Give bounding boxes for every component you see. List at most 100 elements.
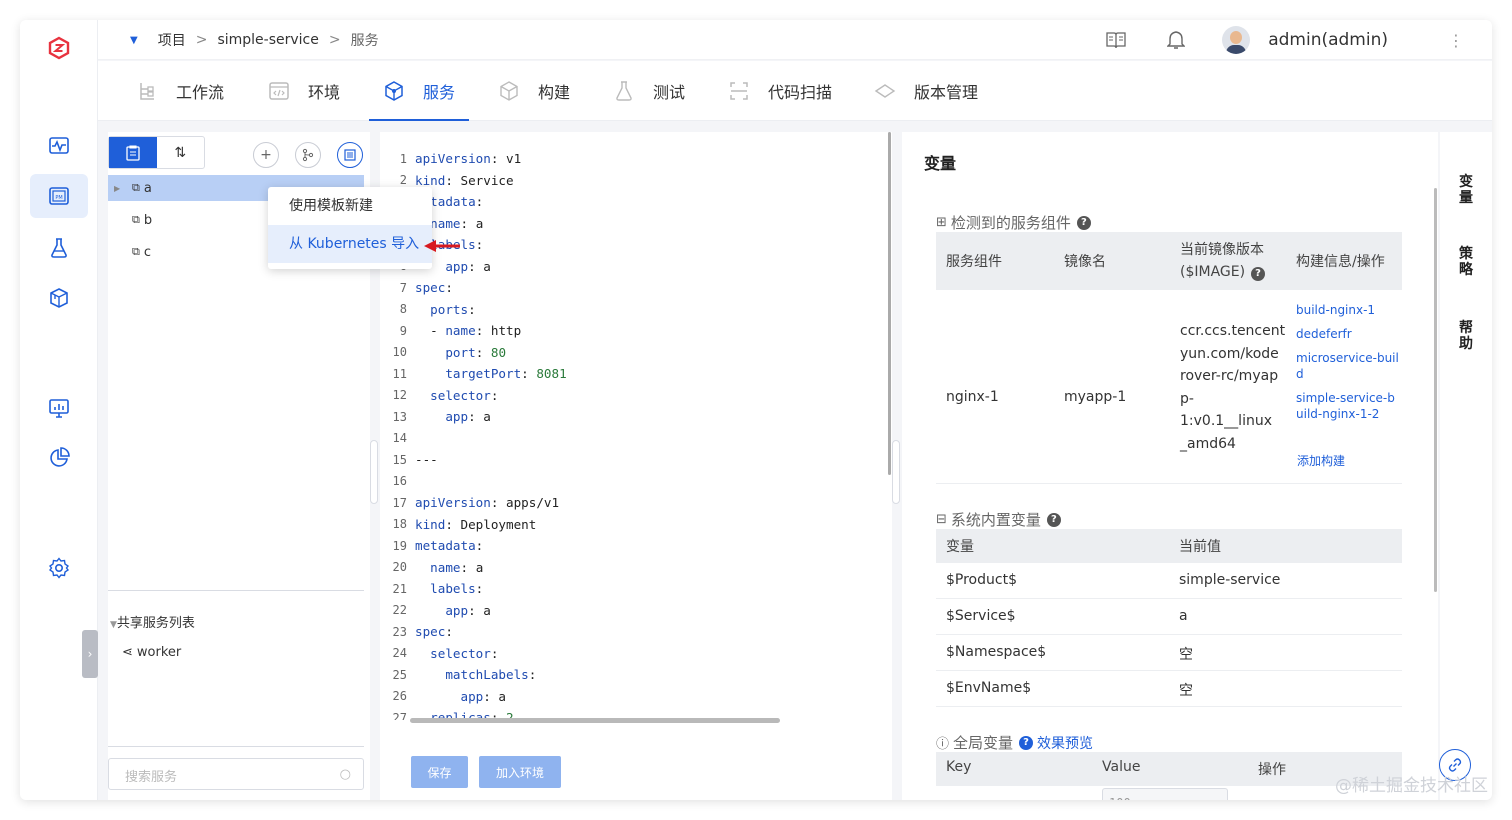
table-row: $EnvName$ 空 bbox=[936, 671, 1402, 707]
dashboard-icon[interactable] bbox=[43, 392, 75, 424]
code-line[interactable]: 25 matchLabels: bbox=[380, 664, 567, 686]
preview-link[interactable]: 效果预览 bbox=[1037, 733, 1093, 753]
divider bbox=[108, 590, 364, 591]
tab-versions[interactable]: 版本管理 bbox=[874, 61, 978, 121]
code-line[interactable]: 19 metadata: bbox=[380, 535, 567, 557]
build-link[interactable]: simple-service-b uild-nginx-1-2 bbox=[1296, 390, 1406, 422]
app-window: PM › ▼ 项目 > simple-service > 服务 admin(ad… bbox=[20, 20, 1492, 800]
tab-test[interactable]: 测试 bbox=[613, 61, 685, 121]
artifact-icon[interactable] bbox=[43, 282, 75, 314]
expand-arrow-icon[interactable]: ▶ bbox=[114, 184, 124, 193]
line-number: 8 bbox=[399, 302, 407, 317]
code-line[interactable]: 23 spec: bbox=[380, 621, 567, 643]
caret-down-icon[interactable]: ▼ bbox=[130, 35, 138, 46]
shared-service-item[interactable]: ⋖ worker bbox=[122, 645, 181, 660]
side-tab-help[interactable]: 帮助 bbox=[1440, 320, 1492, 352]
help-icon[interactable]: ? bbox=[1251, 267, 1266, 281]
tab-workflow[interactable]: 工作流 bbox=[136, 61, 224, 121]
code-line[interactable]: 9 - name: http bbox=[380, 320, 567, 342]
code-line[interactable]: 21 labels: bbox=[380, 578, 567, 600]
line-number: 13 bbox=[392, 409, 407, 424]
var-name: $Namespace$ bbox=[946, 644, 1047, 660]
build-link[interactable]: dedeferfr bbox=[1296, 326, 1406, 342]
line-number: 20 bbox=[392, 560, 407, 575]
zadig-logo-icon[interactable] bbox=[43, 32, 75, 64]
monitor-icon[interactable] bbox=[43, 130, 75, 162]
code-line[interactable]: 8 ports: bbox=[380, 299, 567, 321]
help-icon[interactable]: ? bbox=[1046, 512, 1061, 527]
search-icon: ○ bbox=[339, 767, 351, 782]
panel-resize-handle[interactable] bbox=[370, 440, 378, 504]
editor-horizontal-scrollbar[interactable] bbox=[410, 718, 780, 723]
book-icon[interactable] bbox=[1102, 26, 1130, 54]
code-line[interactable]: 15 --- bbox=[380, 449, 567, 471]
code-text: ports: bbox=[430, 301, 476, 317]
template-service-button[interactable] bbox=[337, 142, 363, 168]
add-build-link[interactable]: 添加构建 bbox=[1297, 453, 1345, 469]
code-text: spec: bbox=[415, 280, 453, 296]
build-link-line: simple-service-b bbox=[1296, 391, 1395, 405]
more-vertical-icon[interactable]: ⋮ bbox=[1448, 31, 1464, 50]
share-icon: ⋖ bbox=[122, 645, 133, 660]
build-link[interactable]: build-nginx-1 bbox=[1296, 302, 1406, 318]
sort-button[interactable]: ⇅ bbox=[157, 137, 205, 168]
code-line[interactable]: 12 selector: bbox=[380, 385, 567, 407]
breadcrumb-project[interactable]: 项目 bbox=[158, 30, 186, 50]
settings-gear-icon[interactable] bbox=[43, 552, 75, 584]
help-icon[interactable]: ? bbox=[1019, 735, 1034, 750]
menu-item-import-kubernetes[interactable]: 从 Kubernetes 导入 bbox=[268, 225, 432, 263]
global-var-value-input[interactable]: 100m bbox=[1102, 788, 1228, 800]
code-line[interactable]: 1 apiVersion: v1 bbox=[380, 148, 567, 170]
right-panel-scrollbar[interactable] bbox=[1434, 188, 1437, 592]
tab-code-scan[interactable]: 代码扫描 bbox=[728, 61, 832, 121]
code-line[interactable]: 13 app: a bbox=[380, 406, 567, 428]
project-manage-icon[interactable]: PM bbox=[30, 174, 88, 218]
code-text: selector: bbox=[430, 645, 499, 661]
section-title: 系统内置变量 bbox=[950, 511, 1041, 529]
avatar[interactable] bbox=[1222, 26, 1251, 54]
breadcrumb-service[interactable]: simple-service bbox=[217, 32, 318, 48]
code-line[interactable]: 14 bbox=[380, 428, 567, 450]
test-flask-icon[interactable] bbox=[43, 232, 75, 264]
code-line[interactable]: 26 app: a bbox=[380, 686, 567, 708]
image-version-line: ccr.ccs.tencent bbox=[1180, 323, 1286, 339]
shared-services-header[interactable]: ▼共享服务列表 bbox=[110, 612, 195, 631]
code-line[interactable]: 7 spec: bbox=[380, 277, 567, 299]
side-tab-policy[interactable]: 策略 bbox=[1440, 246, 1492, 278]
username[interactable]: admin(admin) bbox=[1268, 30, 1388, 50]
code-line[interactable]: 20 name: a bbox=[380, 557, 567, 579]
code-line[interactable]: 24 selector: bbox=[380, 643, 567, 665]
section-title: 全局变量 bbox=[953, 734, 1014, 752]
git-service-button[interactable] bbox=[295, 142, 321, 168]
tab-build[interactable]: 构建 bbox=[498, 61, 570, 121]
panel-resize-handle[interactable] bbox=[892, 440, 900, 504]
list-view-button[interactable] bbox=[109, 137, 157, 168]
tab-services[interactable]: 服务 bbox=[368, 61, 470, 121]
code-line[interactable]: 18 kind: Deployment bbox=[380, 514, 567, 536]
side-tab-variables[interactable]: 变量 bbox=[1440, 174, 1492, 206]
code-line[interactable]: 11 targetPort: 8081 bbox=[380, 363, 567, 385]
add-service-button[interactable]: + bbox=[253, 142, 279, 168]
build-link[interactable]: microservice-buil d bbox=[1296, 350, 1406, 382]
code-line[interactable]: 22 app: a bbox=[380, 600, 567, 622]
yaml-editor[interactable]: 1apiVersion: v12kind: Service3metadata:4… bbox=[380, 132, 892, 800]
tab-environment[interactable]: 环境 bbox=[268, 61, 340, 121]
help-icon[interactable]: ? bbox=[1076, 215, 1091, 230]
code-line[interactable]: 16 bbox=[380, 471, 567, 493]
code-line[interactable]: 17 apiVersion: apps/v1 bbox=[380, 492, 567, 514]
search-input[interactable]: 搜索服务 ○ bbox=[108, 758, 364, 790]
briefcase-icon: ⊟ bbox=[936, 512, 947, 527]
menu-item-from-template[interactable]: 使用模板新建 bbox=[268, 187, 432, 225]
bell-icon[interactable] bbox=[1162, 26, 1190, 54]
join-env-button[interactable]: 加入环境 bbox=[479, 756, 561, 788]
collapse-handle[interactable]: › bbox=[82, 630, 98, 678]
save-button[interactable]: 保存 bbox=[411, 756, 468, 788]
line-number: 22 bbox=[392, 603, 407, 618]
build-links: build-nginx-1 dedeferfr microservice-buil d… bbox=[1296, 302, 1406, 430]
pie-chart-icon[interactable] bbox=[43, 442, 75, 474]
code-line[interactable]: 10 port: 80 bbox=[380, 342, 567, 364]
editor-vertical-scrollbar[interactable] bbox=[888, 132, 891, 475]
code-text: labels: bbox=[430, 581, 484, 597]
module-tabs: 工作流 环境 服务 构建 测试 代码扫描 版本管理 bbox=[98, 61, 1492, 121]
code-text: apiVersion: apps/v1 bbox=[415, 495, 560, 511]
